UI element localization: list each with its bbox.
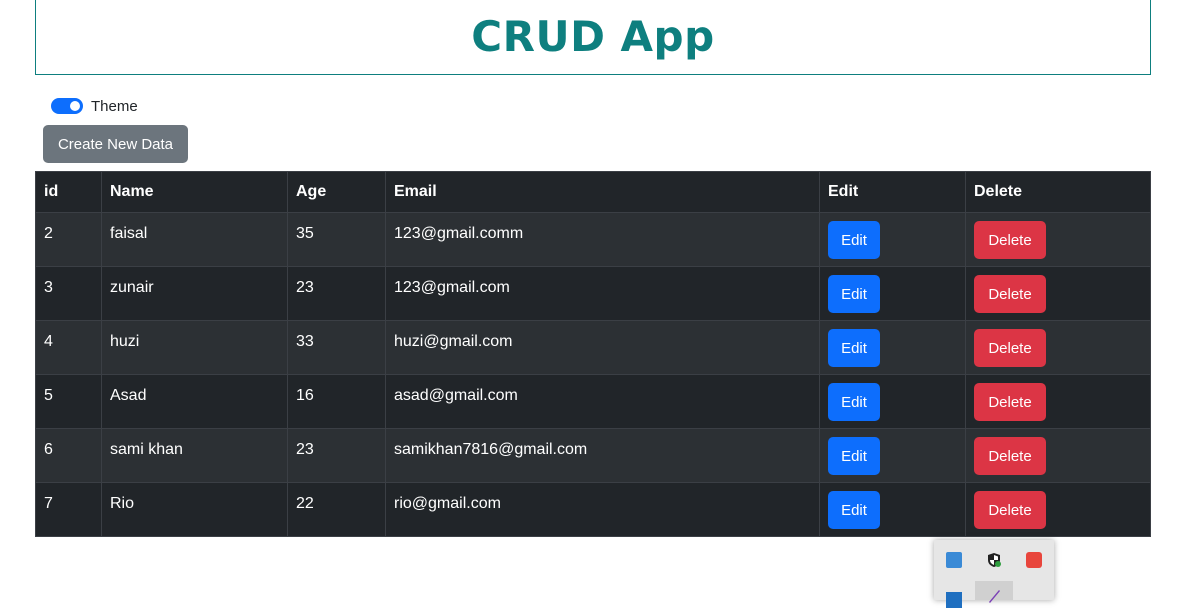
- app-icon[interactable]: [946, 552, 962, 568]
- cell-email: rio@gmail.com: [385, 482, 820, 537]
- table-row: 5 Asad 16 asad@gmail.com Edit Delete: [35, 374, 1151, 429]
- app-header: CRUD App: [35, 0, 1151, 75]
- table-row: 2 faisal 35 123@gmail.comm Edit Delete: [35, 212, 1151, 267]
- theme-switch[interactable]: [51, 98, 83, 114]
- column-header-delete: Delete: [965, 171, 1151, 213]
- delete-button[interactable]: Delete: [974, 221, 1046, 259]
- cell-email: samikhan7816@gmail.com: [385, 428, 820, 483]
- app-window-icon[interactable]: [946, 592, 962, 608]
- cell-email: 123@gmail.comm: [385, 212, 820, 267]
- cell-age: 23: [287, 266, 386, 321]
- system-tray-overflow: [934, 540, 1054, 608]
- cell-age: 23: [287, 428, 386, 483]
- cell-age: 35: [287, 212, 386, 267]
- theme-label: Theme: [91, 97, 138, 115]
- edit-button[interactable]: Edit: [828, 275, 880, 313]
- column-header-name: Name: [101, 171, 288, 213]
- cell-id: 5: [35, 374, 102, 429]
- cell-email: asad@gmail.com: [385, 374, 820, 429]
- cell-edit: Edit: [819, 266, 966, 321]
- cell-email: huzi@gmail.com: [385, 320, 820, 375]
- edit-button[interactable]: Edit: [828, 221, 880, 259]
- cell-edit: Edit: [819, 320, 966, 375]
- data-table: id Name Age Email Edit Delete 2 faisal 3…: [35, 171, 1151, 537]
- cell-name: Asad: [101, 374, 288, 429]
- column-header-email: Email: [385, 171, 820, 213]
- delete-button[interactable]: Delete: [974, 437, 1046, 475]
- cell-id: 2: [35, 212, 102, 267]
- cell-delete: Delete: [965, 266, 1151, 321]
- column-header-id: id: [35, 171, 102, 213]
- cell-name: huzi: [101, 320, 288, 375]
- create-new-data-button[interactable]: Create New Data: [43, 125, 188, 163]
- cell-email: 123@gmail.com: [385, 266, 820, 321]
- cell-edit: Edit: [819, 482, 966, 537]
- edit-button[interactable]: Edit: [828, 329, 880, 367]
- cell-id: 4: [35, 320, 102, 375]
- cell-edit: Edit: [819, 374, 966, 429]
- cell-delete: Delete: [965, 374, 1151, 429]
- column-header-age: Age: [287, 171, 386, 213]
- delete-button[interactable]: Delete: [974, 275, 1046, 313]
- page-title: CRUD App: [471, 11, 715, 61]
- table-row: 7 Rio 22 rio@gmail.com Edit Delete: [35, 482, 1151, 537]
- edit-button[interactable]: Edit: [828, 491, 880, 529]
- cell-delete: Delete: [965, 320, 1151, 375]
- column-header-edit: Edit: [819, 171, 966, 213]
- shield-icon[interactable]: [986, 552, 1002, 568]
- table-row: 4 huzi 33 huzi@gmail.com Edit Delete: [35, 320, 1151, 375]
- cell-name: faisal: [101, 212, 288, 267]
- remote-icon[interactable]: [1026, 552, 1042, 568]
- cell-age: 33: [287, 320, 386, 375]
- delete-button[interactable]: Delete: [974, 329, 1046, 367]
- switch-knob: [70, 101, 80, 111]
- cell-name: Rio: [101, 482, 288, 537]
- table-header-row: id Name Age Email Edit Delete: [35, 171, 1151, 213]
- edit-button[interactable]: Edit: [828, 437, 880, 475]
- theme-toggle-row: Theme: [51, 96, 138, 116]
- cell-id: 6: [35, 428, 102, 483]
- delete-button[interactable]: Delete: [974, 491, 1046, 529]
- cell-delete: Delete: [965, 428, 1151, 483]
- delete-button[interactable]: Delete: [974, 383, 1046, 421]
- cell-delete: Delete: [965, 482, 1151, 537]
- table-row: 6 sami khan 23 samikhan7816@gmail.com Ed…: [35, 428, 1151, 483]
- cell-age: 16: [287, 374, 386, 429]
- cell-delete: Delete: [965, 212, 1151, 267]
- pen-icon[interactable]: [986, 588, 1002, 604]
- cell-age: 22: [287, 482, 386, 537]
- cell-name: sami khan: [101, 428, 288, 483]
- cell-name: zunair: [101, 266, 288, 321]
- cell-id: 7: [35, 482, 102, 537]
- cell-id: 3: [35, 266, 102, 321]
- table-row: 3 zunair 23 123@gmail.com Edit Delete: [35, 266, 1151, 321]
- edit-button[interactable]: Edit: [828, 383, 880, 421]
- cell-edit: Edit: [819, 428, 966, 483]
- cell-edit: Edit: [819, 212, 966, 267]
